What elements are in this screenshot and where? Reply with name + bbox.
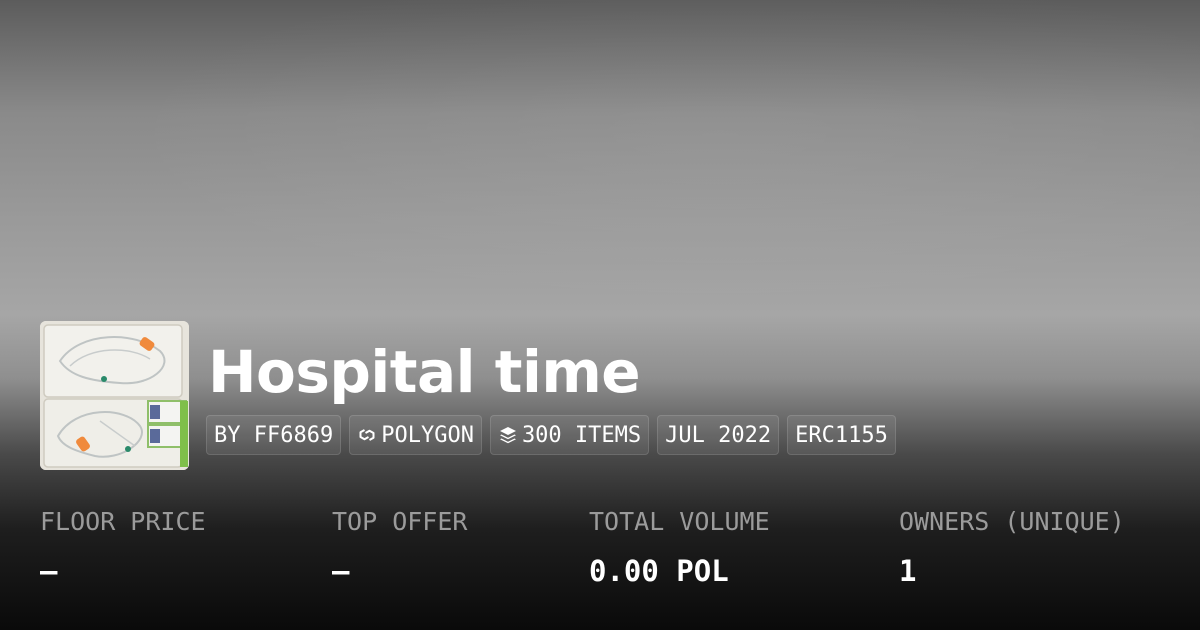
items-chip-label: 300 ITEMS	[521, 422, 642, 448]
layers-icon	[498, 425, 518, 445]
chain-chip[interactable]: POLYGON	[349, 415, 482, 455]
collection-thumbnail	[40, 321, 189, 470]
floor-price-value: —	[40, 554, 58, 588]
top-offer-value: —	[332, 554, 350, 588]
owners-label: OWNERS (UNIQUE)	[899, 507, 1125, 536]
top-offer-label: TOP OFFER	[332, 507, 468, 536]
stat-owners: OWNERS (UNIQUE) 1	[899, 504, 1125, 589]
collection-chips: BY FF6869 POLYGON 300 ITEMS JUL 2022 ERC…	[206, 415, 896, 455]
floor-price-label: FLOOR PRICE	[40, 507, 206, 536]
creator-chip[interactable]: BY FF6869	[206, 415, 342, 455]
date-chip-label: JUL 2022	[665, 422, 772, 448]
standard-chip-label: ERC1155	[795, 422, 888, 448]
collection-title: Hospital time	[208, 338, 641, 406]
owners-value: 1	[899, 554, 917, 588]
polygon-link-icon	[357, 425, 377, 445]
total-volume-value: 0.00 POL	[589, 554, 729, 588]
chain-chip-label: POLYGON	[381, 422, 474, 448]
creator-chip-label: BY FF6869	[214, 422, 334, 448]
total-volume-label: TOTAL VOLUME	[589, 507, 770, 536]
stat-top-offer: TOP OFFER —	[332, 504, 467, 589]
collection-share-card: Hospital time BY FF6869 POLYGON 300 ITEM…	[0, 0, 1200, 630]
items-chip: 300 ITEMS	[489, 415, 650, 455]
standard-chip: ERC1155	[787, 415, 896, 455]
stat-total-volume: TOTAL VOLUME 0.00 POL	[589, 504, 770, 589]
banner-image	[0, 0, 1200, 340]
stat-floor-price: FLOOR PRICE —	[40, 504, 206, 589]
date-chip: JUL 2022	[657, 415, 780, 455]
